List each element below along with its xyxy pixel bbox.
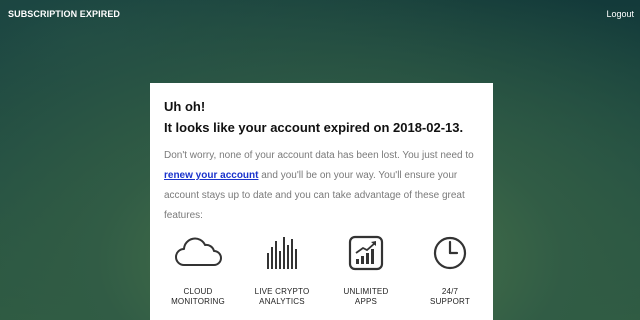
clock-icon bbox=[426, 233, 474, 273]
card-heading: Uh oh! bbox=[164, 99, 206, 114]
feature-label-line2: ANALYTICS bbox=[259, 297, 305, 306]
feature-label-line2: APPS bbox=[354, 297, 378, 306]
feature-label: UNLIMITED APPS bbox=[324, 287, 408, 307]
feature-24-7-support: 24/7 SUPPORT bbox=[408, 233, 492, 307]
renew-account-link[interactable]: renew your account bbox=[164, 170, 258, 181]
card-message: Don't worry, none of your account data h… bbox=[164, 146, 482, 226]
feature-label-line1: LIVE CRYPTO bbox=[254, 287, 310, 296]
feature-label-line1: 24/7 bbox=[441, 287, 459, 296]
feature-label-line1: UNLIMITED bbox=[343, 287, 389, 296]
message-text-before: Don't worry, none of your account data h… bbox=[164, 150, 474, 161]
features-list: CLOUD MONITORING LIVE CRYPTO ANALYTICS U… bbox=[156, 233, 490, 313]
feature-label: LIVE CRYPTO ANALYTICS bbox=[240, 287, 324, 307]
top-bar: SUBSCRIPTION EXPIRED Logout bbox=[0, 0, 640, 28]
feature-label: CLOUD MONITORING bbox=[156, 287, 240, 307]
page-title: SUBSCRIPTION EXPIRED bbox=[8, 9, 121, 19]
feature-label-line2: SUPPORT bbox=[430, 297, 470, 306]
logout-link[interactable]: Logout bbox=[606, 9, 634, 19]
cloud-icon bbox=[174, 233, 222, 273]
feature-unlimited-apps: UNLIMITED APPS bbox=[324, 233, 408, 307]
chart-growth-icon bbox=[342, 233, 390, 273]
feature-label-line1: CLOUD bbox=[183, 287, 213, 296]
feature-live-crypto-analytics: LIVE CRYPTO ANALYTICS bbox=[240, 233, 324, 307]
card-subheading: It looks like your account expired on 20… bbox=[164, 120, 464, 135]
expired-card: Uh oh! It looks like your account expire… bbox=[150, 83, 493, 320]
feature-label-line2: MONITORING bbox=[171, 297, 225, 306]
bars-icon bbox=[258, 233, 306, 273]
feature-cloud-monitoring: CLOUD MONITORING bbox=[156, 233, 240, 307]
feature-label: 24/7 SUPPORT bbox=[408, 287, 492, 307]
